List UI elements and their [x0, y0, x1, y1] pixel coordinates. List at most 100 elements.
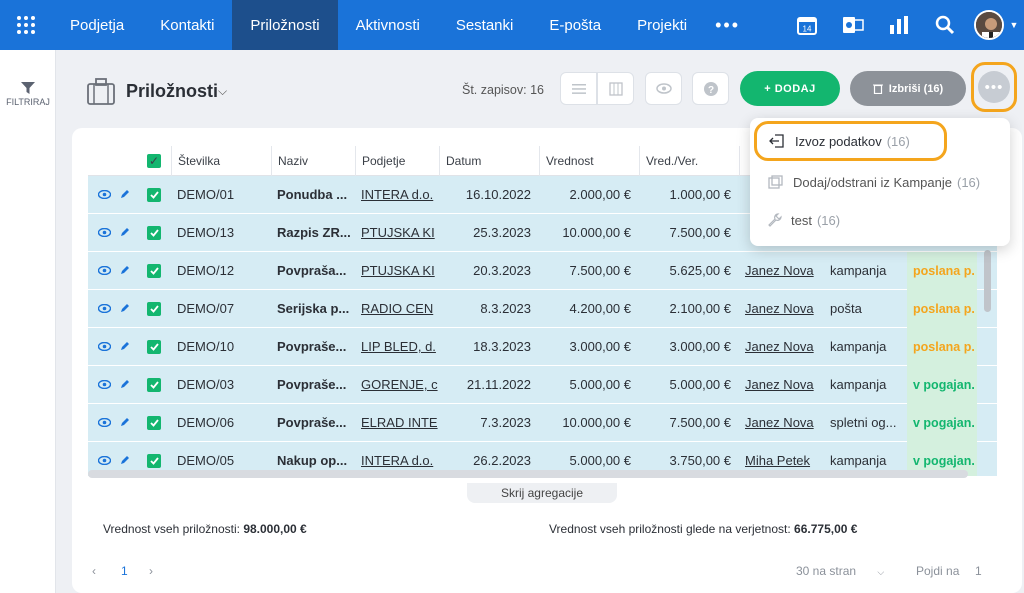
calendar-icon[interactable]: 14 [784, 0, 830, 50]
row-checkbox[interactable] [141, 453, 171, 468]
col-vrednost[interactable]: Vrednost [539, 146, 639, 176]
add-button[interactable]: + DODAJ [740, 71, 840, 106]
weighted-total-value: Vrednost vseh priložnosti glede na verje… [549, 522, 857, 536]
menu-item-label: Dodaj/odstrani iz Kampanje [793, 174, 952, 190]
row-checkbox[interactable] [141, 415, 171, 430]
menu-item-campaign[interactable]: Dodaj/odstrani iz Kampanje (16) [750, 163, 1010, 201]
edit-pencil-icon[interactable] [120, 263, 130, 278]
row-checkbox[interactable] [141, 339, 171, 354]
filter-button[interactable]: FILTRIRAJ [0, 82, 56, 107]
select-all-checkbox[interactable]: ✓ [141, 153, 171, 168]
horizontal-scrollbar[interactable] [88, 470, 968, 478]
view-eye-icon[interactable] [97, 187, 112, 202]
cell-owner[interactable]: Janez Nova [739, 301, 824, 316]
col-podjetje[interactable]: Podjetje [355, 146, 439, 176]
col-datum[interactable]: Datum [439, 146, 539, 176]
kanban-view-button[interactable] [597, 72, 634, 105]
cell-podjetje[interactable]: PTUJSKA KI [355, 225, 439, 240]
outlook-icon[interactable] [830, 0, 876, 50]
menu-item-count: (16) [956, 174, 981, 190]
more-dots-icon: ••• [978, 71, 1010, 103]
view-eye-icon[interactable] [97, 453, 112, 468]
row-actions [88, 225, 141, 240]
list-view-button[interactable] [560, 72, 597, 105]
view-eye-icon[interactable] [97, 301, 112, 316]
view-eye-icon[interactable] [97, 263, 112, 278]
view-eye-icon[interactable] [97, 339, 112, 354]
cell-datum: 16.10.2022 [465, 187, 531, 202]
view-eye-icon[interactable] [97, 225, 112, 240]
row-checkbox[interactable] [141, 225, 171, 240]
table-row[interactable]: DEMO/07 Serijska p... RADIO CEN 8.3.2023… [88, 289, 997, 328]
cell-owner[interactable]: Miha Petek [739, 453, 824, 468]
cell-owner[interactable]: Janez Nova [739, 339, 824, 354]
edit-pencil-icon[interactable] [120, 301, 130, 316]
table-row[interactable]: DEMO/12 Povpraša... PTUJSKA KI 20.3.2023… [88, 251, 997, 290]
cell-podjetje[interactable]: LIP BLED, d. [355, 339, 439, 354]
col-stevilka[interactable]: Številka [171, 146, 271, 176]
page-header: Priložnosti ⌵ Št. zapisov: 16 ? + DODAJ … [72, 62, 1024, 116]
cell-stevilka: DEMO/06 [177, 415, 235, 430]
tab-eposta[interactable]: E-pošta [531, 0, 619, 50]
tab-podjetja[interactable]: Podjetja [52, 0, 142, 50]
cell-podjetje[interactable]: INTERA d.o. [355, 187, 439, 202]
cell-owner[interactable]: Janez Nova [739, 415, 824, 430]
row-checkbox[interactable] [141, 377, 171, 392]
prev-page-icon[interactable]: ‹ [92, 564, 96, 578]
view-eye-icon[interactable] [97, 415, 112, 430]
cell-podjetje[interactable]: PTUJSKA KI [355, 263, 439, 278]
page-number[interactable]: 1 [121, 564, 128, 578]
tab-projekti[interactable]: Projekti [619, 0, 705, 50]
edit-pencil-icon[interactable] [120, 339, 130, 354]
row-checkbox[interactable] [141, 263, 171, 278]
title-chevron-down-icon[interactable]: ⌵ [218, 84, 227, 99]
tab-kontakti[interactable]: Kontakti [142, 0, 232, 50]
per-page-select[interactable]: 30 na stran ⌵ [796, 564, 884, 578]
vertical-scrollbar[interactable] [984, 250, 991, 312]
nav-more-icon[interactable]: ••• [705, 15, 750, 36]
cell-owner[interactable]: Janez Nova [739, 263, 824, 278]
reports-chart-icon[interactable] [876, 0, 922, 50]
row-actions [88, 263, 141, 278]
help-button[interactable]: ? [692, 72, 729, 105]
hide-aggregations-button[interactable]: Skrij agregacije [467, 483, 617, 503]
more-actions-button[interactable]: ••• [971, 62, 1017, 112]
table-row[interactable]: DEMO/06 Povpraše... ELRAD INTE 7.3.2023 … [88, 403, 997, 442]
cell-naziv: Povpraše... [277, 339, 347, 354]
table-row[interactable]: DEMO/10 Povpraše... LIP BLED, d. 18.3.20… [88, 327, 997, 366]
edit-pencil-icon[interactable] [120, 377, 130, 392]
per-page-label: 30 na stran [796, 564, 857, 578]
cell-podjetje[interactable]: RADIO CEN [355, 301, 439, 316]
svg-text:?: ? [707, 85, 713, 96]
goto-input[interactable]: 1 [975, 564, 982, 578]
col-naziv[interactable]: Naziv [271, 146, 355, 176]
apps-grid-icon[interactable] [0, 0, 52, 50]
tab-aktivnosti[interactable]: Aktivnosti [338, 0, 438, 50]
user-menu[interactable]: ▼ [968, 0, 1024, 50]
tab-sestanki[interactable]: Sestanki [438, 0, 532, 50]
preview-button[interactable] [645, 72, 682, 105]
row-actions [88, 301, 141, 316]
cell-stevilka: DEMO/01 [177, 187, 235, 202]
cell-podjetje[interactable]: ELRAD INTE [355, 415, 439, 430]
next-page-icon[interactable]: › [149, 564, 153, 578]
tab-prilznosti[interactable]: Priložnosti [232, 0, 338, 50]
menu-item-test[interactable]: test (16) [750, 201, 1010, 239]
cell-status: poslana p. [907, 327, 977, 366]
cell-owner[interactable]: Janez Nova [739, 377, 824, 392]
view-eye-icon[interactable] [97, 377, 112, 392]
search-icon[interactable] [922, 0, 968, 50]
cell-podjetje[interactable]: INTERA d.o. [355, 453, 439, 468]
cell-naziv: Nakup op... [277, 453, 348, 468]
cell-podjetje[interactable]: GORENJE, c [355, 377, 439, 392]
edit-pencil-icon[interactable] [120, 453, 130, 468]
row-checkbox[interactable] [141, 301, 171, 316]
col-vred-ver[interactable]: Vred./Ver. [639, 146, 739, 176]
edit-pencil-icon[interactable] [120, 415, 130, 430]
table-row[interactable]: DEMO/03 Povpraše... GORENJE, c 21.11.202… [88, 365, 997, 404]
edit-pencil-icon[interactable] [120, 225, 130, 240]
delete-button[interactable]: Izbriši (16) [850, 71, 966, 106]
menu-item-export[interactable]: Izvoz podatkov (16) [754, 121, 947, 161]
row-checkbox[interactable] [141, 187, 171, 202]
edit-pencil-icon[interactable] [120, 187, 130, 202]
